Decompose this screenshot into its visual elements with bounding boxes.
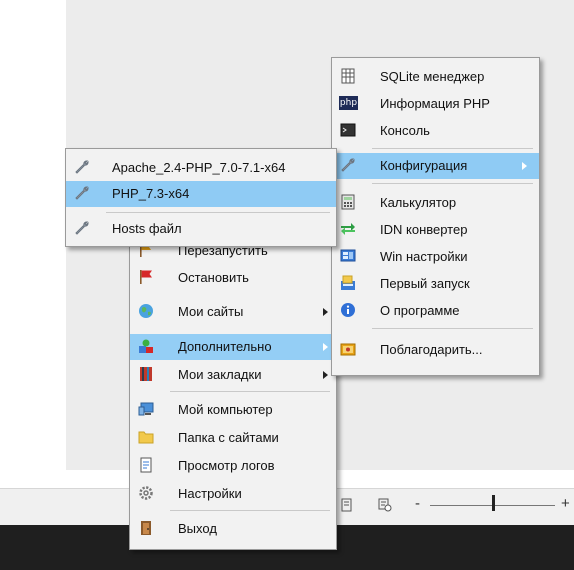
menu-item-label: Hosts файл	[112, 221, 182, 236]
bookmarks-icon	[140, 367, 152, 381]
menu-item-label: Мои сайты	[178, 304, 244, 319]
submenu-arrow-icon	[323, 371, 328, 379]
menu-item-php-info[interactable]: php Информация PHP	[332, 91, 539, 117]
page-view-icon[interactable]	[340, 498, 354, 512]
menu-item-label: Остановить	[178, 270, 249, 285]
menu-item-label: Конфигурация	[380, 158, 468, 173]
menu-separator	[372, 183, 533, 184]
menu-item-label: Дополнительно	[178, 339, 272, 354]
red-flag-icon	[140, 270, 152, 284]
zoom-in-button[interactable]: +	[561, 495, 570, 512]
menu-item-sqlite-manager[interactable]: SQLite менеджер	[332, 64, 539, 90]
computer-icon	[138, 402, 154, 416]
menu-item-label: О программе	[380, 303, 460, 318]
menu-item-view-logs[interactable]: Просмотр логов	[130, 453, 336, 479]
menu-item-config-php[interactable]: PHP_7.3-x64	[66, 181, 336, 207]
menu-separator	[170, 391, 330, 392]
folder-icon	[138, 431, 154, 444]
exit-door-icon	[141, 521, 151, 535]
log-icon	[140, 457, 152, 473]
win-settings-icon	[340, 249, 356, 262]
menu-separator	[170, 510, 330, 511]
wrench-icon	[75, 186, 89, 200]
menu-item-label: Apache_2.4-PHP_7.0-7.1-x64	[112, 160, 286, 175]
console-icon	[340, 123, 356, 137]
menu-item-settings[interactable]: Настройки	[130, 481, 336, 507]
zoom-out-button[interactable]: -	[415, 495, 420, 512]
tray-menu: Перезапустить Остановить Мои сайты Допол…	[129, 231, 337, 550]
submenu-arrow-icon	[323, 308, 328, 316]
gear-icon	[139, 486, 153, 500]
additional-submenu: SQLite менеджер php Информация PHP Консо…	[331, 57, 540, 376]
calculator-icon	[341, 194, 355, 210]
left-panel	[0, 0, 66, 470]
menu-item-stop[interactable]: Остановить	[130, 265, 336, 291]
menu-item-label: SQLite менеджер	[380, 69, 485, 84]
info-icon	[341, 303, 355, 317]
menu-item-win-settings[interactable]: Win настройки	[332, 244, 539, 270]
menu-separator	[372, 328, 533, 329]
menu-item-additional[interactable]: Дополнительно	[130, 334, 336, 360]
database-icon	[341, 68, 355, 84]
menu-item-label: IDN конвертер	[380, 222, 468, 237]
first-run-icon	[341, 275, 355, 290]
menu-item-label: Win настройки	[380, 249, 468, 264]
menu-item-idn-converter[interactable]: IDN конвертер	[332, 217, 539, 243]
menu-item-about[interactable]: О программе	[332, 298, 539, 324]
configuration-submenu: Apache_2.4-PHP_7.0-7.1-x64 PHP_7.3-x64 H…	[65, 148, 337, 247]
menu-item-sites-folder[interactable]: Папка с сайтами	[130, 425, 336, 451]
menu-item-donate[interactable]: Поблагодарить...	[332, 337, 539, 363]
print-preview-icon[interactable]	[378, 498, 392, 512]
menu-item-my-computer[interactable]: Мой компьютер	[130, 397, 336, 423]
submenu-arrow-icon	[323, 343, 328, 351]
menu-item-label: PHP_7.3-x64	[112, 186, 190, 201]
menu-item-label: Консоль	[380, 123, 430, 138]
menu-item-label: Выход	[178, 521, 217, 536]
menu-item-exit[interactable]: Выход	[130, 516, 336, 542]
submenu-arrow-icon	[522, 162, 527, 170]
menu-item-label: Настройки	[178, 486, 242, 501]
shapes-icon	[139, 339, 153, 353]
menu-item-console[interactable]: Консоль	[332, 118, 539, 144]
menu-item-label: Первый запуск	[380, 276, 470, 291]
menu-item-configuration[interactable]: Конфигурация	[332, 153, 539, 179]
menu-item-label: Мои закладки	[178, 367, 262, 382]
menu-item-my-sites[interactable]: Мои сайты	[130, 299, 336, 325]
wrench-icon	[341, 158, 355, 172]
wrench-icon	[75, 160, 89, 174]
zoom-slider-thumb[interactable]	[492, 495, 495, 511]
menu-item-first-run[interactable]: Первый запуск	[332, 271, 539, 297]
wrench-icon	[75, 221, 89, 235]
menu-separator	[106, 212, 330, 213]
menu-item-label: Просмотр логов	[178, 458, 275, 473]
idn-icon	[341, 223, 355, 235]
menu-item-label: Информация PHP	[380, 96, 490, 111]
menu-item-label: Калькулятор	[380, 195, 457, 210]
php-icon: php	[339, 96, 358, 110]
menu-separator	[372, 148, 533, 149]
menu-item-config-hosts[interactable]: Hosts файл	[66, 216, 336, 242]
menu-item-bookmarks[interactable]: Мои закладки	[130, 362, 336, 388]
thanks-icon	[340, 343, 356, 356]
menu-item-label: Папка с сайтами	[178, 430, 279, 445]
globe-icon	[139, 304, 153, 318]
menu-item-calculator[interactable]: Калькулятор	[332, 190, 539, 216]
menu-item-config-apache[interactable]: Apache_2.4-PHP_7.0-7.1-x64	[66, 155, 336, 181]
menu-item-label: Мой компьютер	[178, 402, 273, 417]
menu-item-label: Поблагодарить...	[380, 342, 483, 357]
